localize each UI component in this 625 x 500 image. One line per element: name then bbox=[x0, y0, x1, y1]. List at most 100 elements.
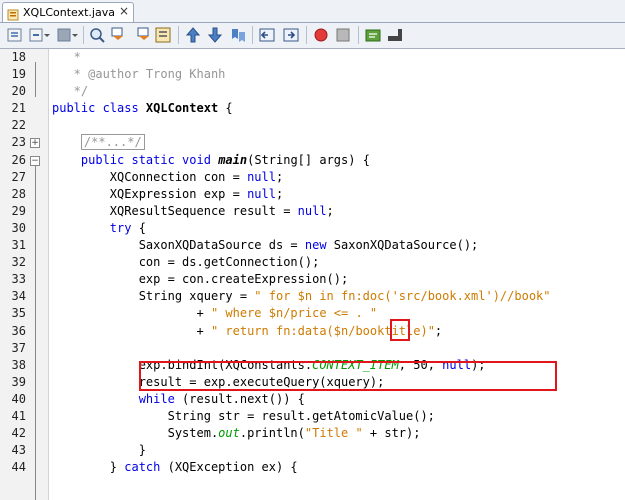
code-token: } bbox=[52, 460, 125, 475]
code-text: String xquery = " for $n in fn:doc('src/… bbox=[52, 288, 551, 305]
line-number: 43 bbox=[11, 443, 26, 458]
code-token: System. bbox=[52, 426, 219, 441]
code-line[interactable]: 33 exp = con.createExpression(); bbox=[0, 271, 625, 288]
code-token: { bbox=[131, 220, 146, 235]
code-line[interactable]: 34 String xquery = " for $n in fn:doc('s… bbox=[0, 288, 625, 305]
code-line[interactable]: 19 * @author Trong Khanh bbox=[0, 66, 625, 83]
code-text: con = ds.getConnection(); bbox=[52, 254, 320, 271]
stop-macro-icon[interactable] bbox=[334, 26, 352, 44]
code-token: ; bbox=[275, 186, 284, 201]
find-icon[interactable] bbox=[88, 26, 106, 44]
code-token: SaxonXQDataSource ds = bbox=[52, 238, 305, 253]
code-line[interactable]: 30 try { bbox=[0, 220, 625, 237]
code-line[interactable]: 40 while (result.next()) { bbox=[0, 391, 625, 408]
code-token: try bbox=[109, 220, 132, 235]
code-text: /**...*/ bbox=[52, 134, 145, 151]
code-token: XQExpression exp = bbox=[52, 186, 248, 201]
code-line[interactable]: 18 * bbox=[0, 49, 625, 66]
editor-tab-bar: XQLContext.java × bbox=[0, 0, 625, 23]
line-number: 42 bbox=[11, 426, 26, 441]
code-text: SaxonXQDataSource ds = new SaxonXQDataSo… bbox=[52, 237, 479, 254]
code-line[interactable]: 31 SaxonXQDataSource ds = new SaxonXQDat… bbox=[0, 237, 625, 254]
line-number: 44 bbox=[11, 460, 26, 475]
shift-right-icon[interactable] bbox=[282, 26, 302, 44]
toolbar-separator bbox=[358, 26, 359, 44]
line-number: 29 bbox=[11, 203, 26, 218]
code-line[interactable]: 22 bbox=[0, 117, 625, 134]
code-line[interactable]: 36 + " return fn:data($n/booktitle)"; bbox=[0, 323, 625, 340]
code-line[interactable]: 41 String str = result.getAtomicValue(); bbox=[0, 408, 625, 425]
line-number: 34 bbox=[11, 289, 26, 304]
code-text: */ bbox=[52, 83, 88, 100]
code-text: * bbox=[52, 49, 81, 66]
expand-fold-icon[interactable]: + bbox=[30, 138, 40, 149]
toolbar-separator bbox=[306, 26, 307, 44]
uncomment-icon[interactable] bbox=[386, 26, 406, 44]
code-token: public static void bbox=[80, 152, 219, 167]
collapse-fold-icon[interactable]: − bbox=[30, 155, 40, 166]
editor-toolbar bbox=[0, 23, 625, 49]
line-number: 28 bbox=[11, 186, 26, 201]
close-tab-icon[interactable]: × bbox=[119, 4, 129, 18]
code-text: } bbox=[52, 442, 146, 459]
code-text: while (result.next()) { bbox=[52, 391, 305, 408]
tab-label: XQLContext.java bbox=[23, 6, 115, 19]
code-line[interactable]: 42 System.out.println("Title " + str); bbox=[0, 425, 625, 442]
line-number: 21 bbox=[11, 101, 26, 116]
code-editor[interactable]: 18 * 19 * @author Trong Khanh 20 */21 publi… bbox=[0, 49, 625, 476]
code-token: main bbox=[218, 152, 248, 167]
code-line[interactable]: 37 bbox=[0, 340, 625, 357]
code-line[interactable]: 23 + /**...*/ bbox=[0, 134, 625, 151]
line-number: 26 bbox=[11, 152, 26, 167]
line-number: 37 bbox=[11, 340, 26, 355]
next-match-icon[interactable] bbox=[132, 26, 152, 44]
code-token: public class bbox=[52, 101, 146, 116]
code-line[interactable]: 28 XQExpression exp = null; bbox=[0, 186, 625, 203]
code-line[interactable]: 44 } catch (XQException ex) { bbox=[0, 459, 625, 476]
code-text: + " where $n/price <= . " bbox=[52, 305, 377, 322]
code-token: XQLContext bbox=[145, 101, 219, 116]
line-number: 23 bbox=[11, 135, 26, 150]
code-line[interactable]: 20 */ bbox=[0, 83, 625, 100]
code-token: null bbox=[247, 186, 276, 201]
line-number: 30 bbox=[11, 220, 26, 235]
line-number: 27 bbox=[11, 169, 26, 184]
comment-icon[interactable] bbox=[364, 26, 384, 44]
java-file-icon bbox=[7, 6, 19, 21]
forward-history-icon[interactable] bbox=[56, 26, 78, 44]
code-token: /**...*/ bbox=[80, 134, 145, 151]
line-number: 33 bbox=[11, 272, 26, 287]
code-text: public class XQLContext { bbox=[52, 100, 233, 117]
code-line[interactable]: 26− public static void main(String[] arg… bbox=[0, 152, 625, 169]
back-history-icon[interactable] bbox=[28, 26, 50, 44]
code-token: + bbox=[52, 306, 211, 321]
prev-bookmark-icon[interactable] bbox=[184, 26, 202, 44]
toggle-highlight-icon[interactable] bbox=[154, 26, 174, 44]
code-token: new bbox=[304, 238, 327, 253]
code-token: .println( bbox=[239, 426, 305, 441]
record-macro-icon[interactable] bbox=[312, 26, 330, 44]
source-history-icon[interactable] bbox=[6, 26, 24, 44]
line-number: 19 bbox=[11, 67, 26, 82]
toggle-bookmark-icon[interactable] bbox=[228, 26, 248, 44]
code-token: " for $n in fn:doc('src/book.xml')//book… bbox=[254, 289, 551, 304]
code-line[interactable]: 43 } bbox=[0, 442, 625, 459]
highlight-box-dot bbox=[390, 319, 410, 341]
code-text: XQExpression exp = null; bbox=[52, 186, 283, 203]
prev-match-icon[interactable] bbox=[110, 26, 130, 44]
next-bookmark-icon[interactable] bbox=[206, 26, 224, 44]
editor-tab[interactable]: XQLContext.java × bbox=[2, 2, 134, 22]
code-line[interactable]: 32 con = ds.getConnection(); bbox=[0, 254, 625, 271]
code-line[interactable]: 35 + " where $n/price <= . " bbox=[0, 305, 625, 322]
line-number: 35 bbox=[11, 306, 26, 321]
shift-left-icon[interactable] bbox=[258, 26, 278, 44]
code-line[interactable]: 27 XQConnection con = null; bbox=[0, 169, 625, 186]
code-token: SaxonXQDataSource(); bbox=[326, 238, 479, 253]
code-line[interactable]: 21 public class XQLContext { bbox=[0, 100, 625, 117]
line-number: 36 bbox=[11, 323, 26, 338]
code-line[interactable]: 29 XQResultSequence result = null; bbox=[0, 203, 625, 220]
